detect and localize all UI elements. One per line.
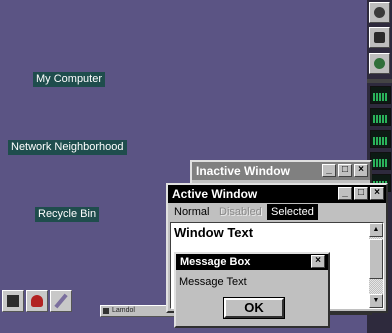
disk-icon [374,7,385,18]
minimize-button[interactable]: _ [338,187,352,200]
maximize-button[interactable]: □ [338,164,352,177]
desktop-icon-network-neighborhood[interactable]: Network Neighborhood [8,140,127,155]
menu-bar: Normal Disabled Selected [168,204,386,220]
minimize-icon: _ [342,187,348,198]
menu-item-selected[interactable]: Selected [267,204,318,220]
scroll-down-button[interactable]: ▼ [369,294,383,308]
memory-monitor-icon [370,108,391,126]
menu-item-disabled: Disabled [219,206,262,218]
globe-icon [374,58,385,69]
load-monitor-icon [370,152,391,170]
ok-button[interactable]: OK [223,297,285,319]
inactive-window-controls: _ □ × [322,164,368,177]
desktop-icon-recycle-bin[interactable]: Recycle Bin [35,207,100,222]
network-monitor-icon [370,130,391,148]
launcher-editor[interactable] [50,290,72,312]
close-icon: × [315,255,321,266]
monitor-icon [374,32,385,43]
active-window-title: Active Window [172,187,258,201]
close-icon: × [358,164,364,175]
scroll-thumb[interactable] [369,239,383,279]
minimize-button[interactable]: _ [322,164,336,177]
terminal-icon [7,295,19,307]
close-button[interactable]: × [370,187,384,200]
launcher-terminal[interactable] [2,290,24,312]
menu-item-normal[interactable]: Normal [170,204,213,220]
maximize-icon: □ [341,164,349,175]
maximize-button[interactable]: □ [354,187,368,200]
window-icon [103,308,109,314]
window-text: Window Text [174,225,254,240]
message-text: Message Text [179,276,247,288]
close-button[interactable]: × [354,164,368,177]
dock-divider [367,79,392,83]
dock-monitor-icon[interactable] [369,27,390,48]
dock-disk-icon[interactable] [369,2,390,23]
vertical-scrollbar[interactable]: ▲ ▼ [369,223,383,308]
iconified-window-label: Lamdol [112,307,135,314]
minimize-icon: _ [326,164,332,175]
iconified-window[interactable]: Lamdol [100,305,175,317]
dock-globe-icon[interactable] [369,53,390,74]
pen-icon [54,293,68,309]
desktop-icon-my-computer[interactable]: My Computer [33,72,106,87]
cpu-monitor-icon [370,86,391,104]
down-arrow-icon: ▼ [372,297,380,304]
message-box-titlebar[interactable]: Message Box [176,254,328,270]
close-icon: × [374,187,380,198]
message-box-close-button[interactable]: × [311,255,325,268]
up-arrow-icon: ▲ [372,226,380,233]
message-box-title: Message Box [180,256,251,268]
launcher-redhat[interactable] [26,290,48,312]
active-window-controls: _ □ × [338,187,384,200]
redhat-icon [31,295,43,307]
inactive-window-title: Inactive Window [196,164,290,178]
message-box[interactable]: Message Box × Message Text OK [174,252,330,328]
maximize-icon: □ [357,187,365,198]
scroll-up-button[interactable]: ▲ [369,223,383,237]
